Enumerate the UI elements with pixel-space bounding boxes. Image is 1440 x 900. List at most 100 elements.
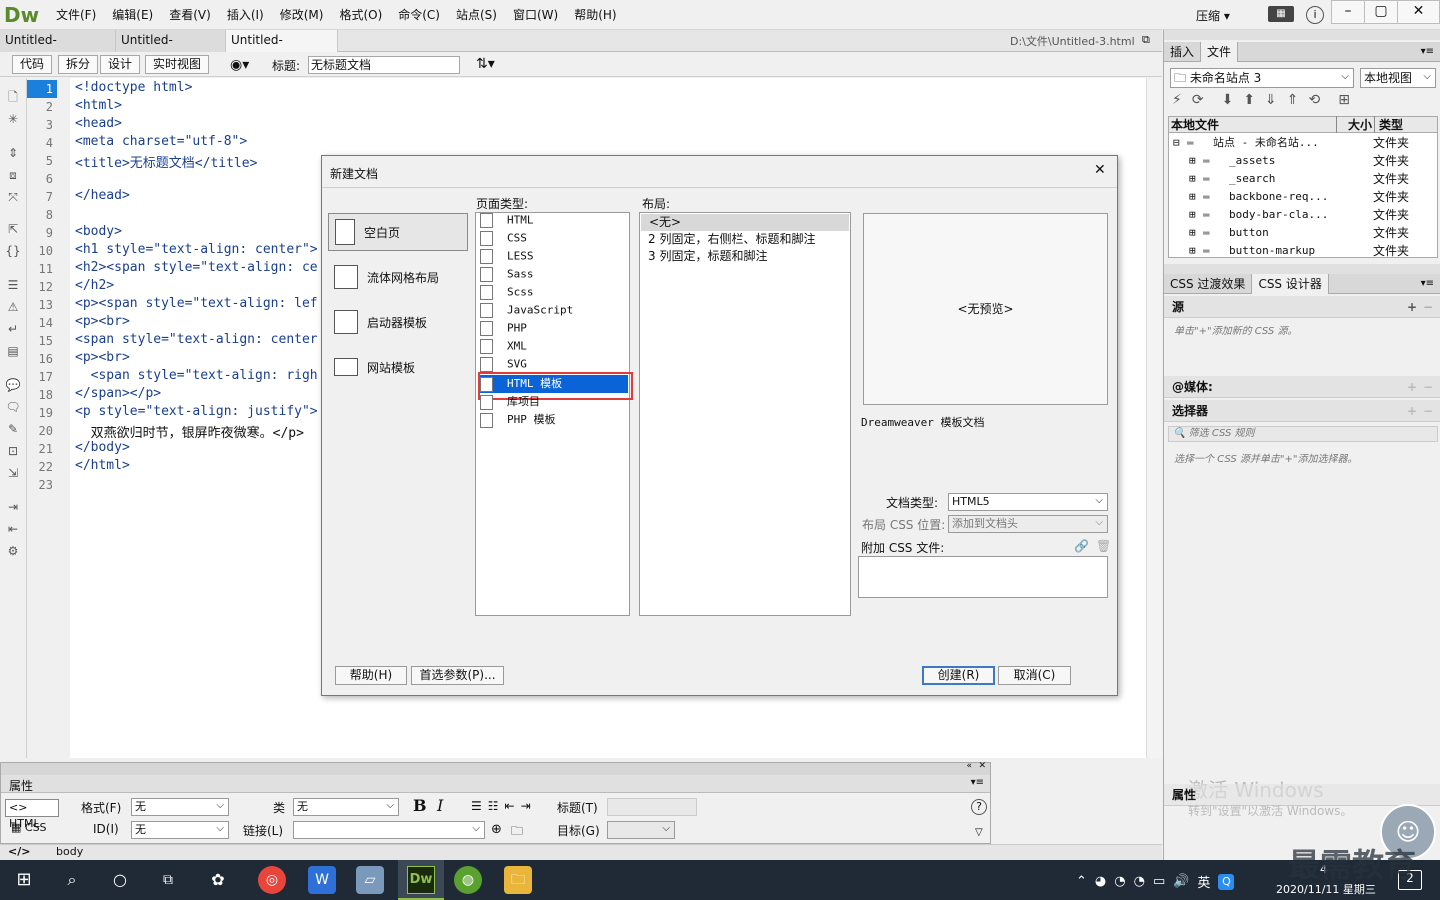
search-icon[interactable]: ⌕ (58, 866, 86, 894)
put-files-icon[interactable]: ⬆ (1243, 92, 1255, 108)
dreamweaver-taskbar-item[interactable]: Dw (398, 860, 444, 900)
minimize-button[interactable]: – (1331, 0, 1365, 24)
tab-untitled-1[interactable]: Untitled-1.html*✕ (0, 30, 116, 68)
page-type-list[interactable]: HTML CSS LESS Sass Scss JavaScript PHP X… (475, 212, 633, 616)
panel-drag-strip[interactable] (1164, 264, 1440, 274)
category-blank-page[interactable]: 空白页 (328, 213, 468, 251)
expand-properties-icon[interactable]: ▽ (975, 827, 983, 838)
file-row[interactable]: ⊞ ▬ _assets 文件夹 (1189, 151, 1440, 169)
word-wrap-icon[interactable]: ↵ (5, 322, 21, 336)
file-row[interactable]: ⊟ ▬ 站点 - 未命名站... 文件夹 (1173, 133, 1440, 151)
code-line[interactable]: <p><br> (75, 350, 130, 368)
code-line[interactable]: <p><br> (75, 314, 130, 332)
live-view-button[interactable]: 实时视图 (145, 55, 210, 74)
menu-file[interactable]: 文件(F) (48, 0, 104, 30)
outdent-code-icon[interactable]: ⇤ (5, 522, 21, 536)
page-type-item[interactable]: PHP 模板 (480, 411, 630, 429)
code-line[interactable]: <body> (75, 224, 122, 242)
apply-comment-icon[interactable]: 💬 (5, 378, 21, 392)
help-button[interactable]: 帮助(H) (335, 666, 407, 685)
file-explorer-icon[interactable]: 🗀 (504, 866, 532, 894)
network-icon[interactable]: ▭ (1153, 874, 1165, 889)
page-type-item[interactable]: JavaScript (480, 303, 630, 321)
close-window-button[interactable]: ✕ (1397, 0, 1440, 24)
file-transfer-icon[interactable]: ⇅▾ (476, 56, 495, 72)
check-out-icon[interactable]: ⇓ (1265, 92, 1277, 108)
page-type-item[interactable]: CSS (480, 231, 630, 249)
properties-drag-strip[interactable]: «✕ (1, 761, 990, 775)
code-line[interactable]: <head> (75, 116, 122, 134)
tag-body[interactable]: body (56, 845, 83, 858)
chrome-icon[interactable]: ◎ (258, 866, 286, 894)
panel-drag-strip[interactable] (1164, 30, 1440, 40)
wechat-icon[interactable]: ◕ (1095, 874, 1106, 889)
collapse-tag-icon[interactable]: ⇕ (5, 146, 21, 160)
format-select[interactable]: 无 (131, 798, 229, 816)
split-view-button[interactable]: 拆分 (58, 55, 99, 74)
collapse-selection-icon[interactable]: ⧈ (5, 168, 21, 182)
link-css-icon[interactable]: 🔗 (1074, 539, 1089, 553)
cortana-icon[interactable]: ○ (106, 866, 134, 894)
page-type-item[interactable]: LESS (480, 249, 630, 267)
code-view-button[interactable]: 代码 (12, 55, 53, 74)
attached-css-list[interactable] (858, 556, 1108, 598)
file-row[interactable]: ⊞ ▬ button 文件夹 (1189, 223, 1440, 241)
balance-braces-icon[interactable]: {} (5, 244, 21, 258)
pinwheel-app-icon[interactable]: ✿ (204, 866, 232, 894)
file-row[interactable]: ⊞ ▬ backbone-req... 文件夹 (1189, 187, 1440, 205)
file-row[interactable]: ⊞ ▬ body-bar-cla... 文件夹 (1189, 205, 1440, 223)
code-line[interactable]: <p style="text-align: justify"> (75, 404, 318, 422)
tab-css-transitions[interactable]: CSS 过渡效果 (1164, 273, 1253, 294)
italic-button[interactable]: I (437, 796, 443, 815)
layout-css-select[interactable]: 添加到文档头 (948, 515, 1108, 533)
create-button[interactable]: 创建(R) (922, 666, 995, 685)
info-icon[interactable]: i (1306, 6, 1324, 24)
unordered-list-icon[interactable]: ☰ (471, 799, 482, 813)
compress-dropdown[interactable]: 压缩 ▾ (1196, 7, 1230, 24)
category-starter-template[interactable]: 启动器模板 (334, 303, 474, 341)
browse-folder-icon[interactable]: 🗀 (511, 822, 523, 843)
file-management-icon[interactable]: ✳ (5, 112, 21, 126)
ordered-list-icon[interactable]: ☷ (488, 799, 499, 813)
code-line[interactable]: </html> (75, 458, 130, 476)
layout-item[interactable]: 3 列固定，标题和脚注 (648, 248, 767, 265)
remove-selector-icon[interactable]: − (1423, 400, 1433, 422)
line-numbers-icon[interactable]: ☰ (5, 278, 21, 292)
code-line[interactable]: </span></p> (75, 386, 161, 404)
restore-doc-icon[interactable]: ⧉ (1142, 33, 1150, 47)
category-fluid-grid[interactable]: 流体网格布局 (334, 258, 474, 296)
check-in-icon[interactable]: ⇑ (1287, 92, 1299, 108)
layout-list[interactable]: <无> 2 列固定，右侧栏、标题和脚注 3 列固定，标题和脚注 (639, 212, 851, 616)
highlight-invalid-icon[interactable]: ⚠ (5, 300, 21, 314)
menu-commands[interactable]: 命令(C) (390, 0, 448, 30)
qq-icon-2[interactable]: ◔ (1134, 874, 1145, 889)
indent-code-icon[interactable]: ⇥ (5, 500, 21, 514)
bold-button[interactable]: B (413, 796, 427, 815)
cancel-button[interactable]: 取消(C) (998, 666, 1071, 685)
task-view-icon[interactable]: ⧉ (154, 866, 182, 894)
col-local-files[interactable]: 本地文件 (1169, 116, 1337, 133)
filter-css-input[interactable]: 🔍 筛选 CSS 规则 (1168, 426, 1438, 442)
watermelon-app-icon[interactable]: ◍ (454, 866, 482, 894)
site-select[interactable]: 🗀 未命名站点 3 (1170, 68, 1354, 88)
help-icon[interactable]: ? (971, 799, 987, 815)
view-select[interactable]: 本地视图 (1360, 68, 1436, 88)
tab-css-designer[interactable]: CSS 设计器 (1252, 273, 1329, 294)
menu-site[interactable]: 站点(S) (448, 0, 505, 30)
menu-view[interactable]: 查看(V) (161, 0, 219, 30)
menu-format[interactable]: 格式(O) (331, 0, 390, 30)
code-line[interactable]: <span style="text-align: righ (75, 368, 318, 386)
remove-media-icon[interactable]: − (1423, 376, 1433, 398)
remove-source-icon[interactable]: − (1423, 296, 1433, 318)
connect-icon[interactable]: ⚡ (1172, 92, 1182, 108)
outdent-icon[interactable]: ⇤ (505, 799, 515, 813)
tab-insert[interactable]: 插入 (1164, 41, 1202, 62)
code-line[interactable]: </body> (75, 440, 130, 458)
target-select[interactable] (607, 821, 675, 839)
tab-untitled-3[interactable]: Untitled-3.html✕ (226, 30, 338, 68)
get-files-icon[interactable]: ⬇ (1222, 92, 1234, 108)
code-line[interactable]: <p><span style="text-align: lef (75, 296, 318, 314)
class-select[interactable]: 无 (293, 798, 399, 816)
select-parent-tag-icon[interactable]: ⇱ (5, 222, 21, 236)
indent-icon[interactable]: ⇥ (521, 799, 531, 813)
